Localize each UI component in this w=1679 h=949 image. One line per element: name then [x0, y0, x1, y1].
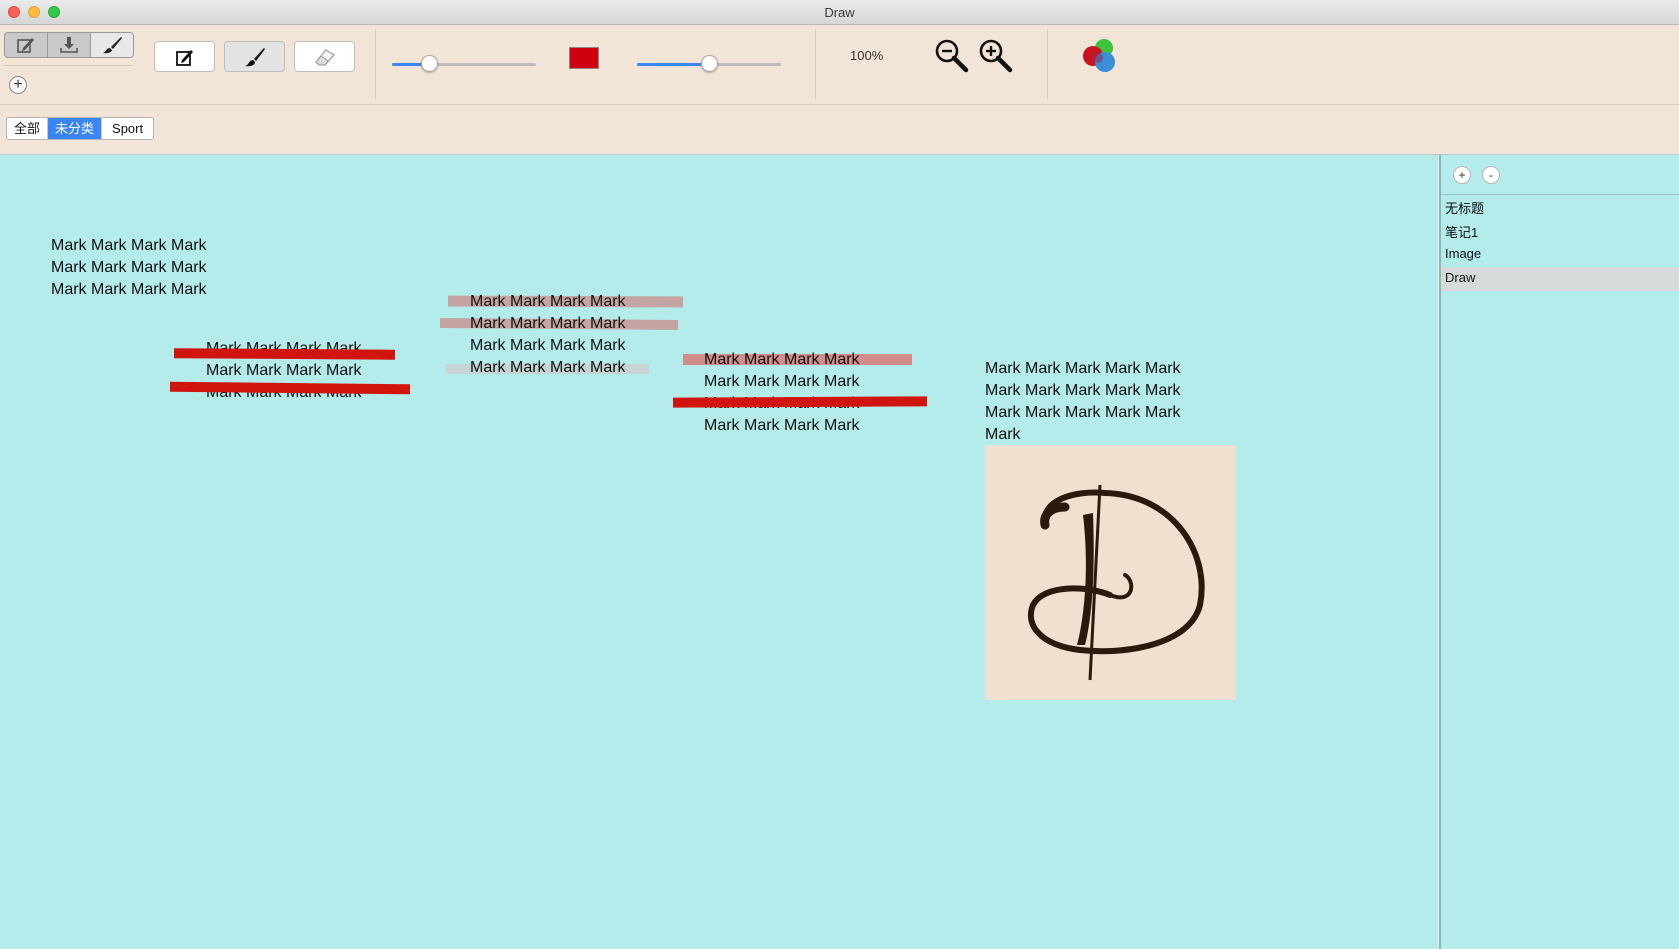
slider-knob[interactable]: [701, 55, 718, 72]
download-mode-button[interactable]: [48, 33, 91, 57]
toolbar-divider: [815, 29, 816, 99]
mark-text: Mark Mark Mark Mark: [51, 281, 207, 298]
mark-text: Mark Mark Mark Mark: [51, 237, 207, 254]
mark-text: Mark Mark Mark Mark: [470, 337, 626, 354]
color-palette-icon: [1083, 39, 1115, 72]
sidebar-item-image[interactable]: Image: [1445, 246, 1481, 261]
edit-tool-button[interactable]: [154, 41, 215, 72]
brush-icon: [244, 47, 265, 66]
letter-d-image[interactable]: [985, 445, 1236, 700]
add-note-button[interactable]: +: [1453, 166, 1471, 184]
mark-text: Mark Mark Mark Mark: [704, 417, 860, 434]
sidebar-item-note1[interactable]: 笔记1: [1445, 222, 1478, 241]
red-stroke: [173, 348, 396, 360]
category-bar: [0, 105, 1679, 155]
red-stroke: [672, 396, 928, 408]
add-button[interactable]: +: [9, 76, 27, 94]
mark-text: Mark Mark Mark Mark: [51, 259, 207, 276]
zoom-in-button[interactable]: [978, 38, 1014, 79]
mark-text: Mark Mark Mark Mark: [206, 362, 362, 379]
slider-knob[interactable]: [421, 55, 439, 72]
brush-tool-button[interactable]: [224, 41, 285, 72]
zoom-level: 100%: [850, 48, 884, 63]
category-tabs: 全部 未分类 Sport: [6, 117, 155, 140]
mark-text: Mark Mark Mark Mark: [704, 373, 860, 390]
color-swatch[interactable]: [569, 47, 599, 69]
drawing-canvas[interactable]: Mark Mark Mark Mark Mark Mark Mark Mark …: [0, 155, 1438, 949]
sidebar-item-draw[interactable]: Draw: [1445, 270, 1475, 285]
letter-d-logo: [1027, 484, 1205, 681]
edit-mode-button[interactable]: [5, 33, 48, 57]
download-icon: [60, 37, 78, 53]
toolbar-divider: [4, 65, 132, 66]
toolbar-divider: [1047, 29, 1048, 99]
opacity-slider[interactable]: [637, 55, 781, 73]
toolbar: + 100%: [0, 25, 1679, 105]
window-title: Draw: [824, 5, 855, 20]
slider-fill: [637, 63, 709, 66]
title-bar: Draw: [0, 0, 1679, 25]
mark-text: Mark: [985, 426, 1021, 443]
sidebar-item-untitled[interactable]: 无标题: [1445, 198, 1484, 217]
notes-sidebar: + - 无标题 笔记1 Image Draw: [1439, 155, 1679, 949]
zoom-out-button[interactable]: [934, 38, 970, 79]
zoom-out-icon: [935, 39, 969, 73]
mark-text: Mark Mark Mark Mark: [470, 315, 626, 332]
mark-text: Mark Mark Mark Mark: [470, 359, 626, 376]
toolbar-divider: [375, 29, 376, 99]
tab-sport[interactable]: Sport: [102, 118, 153, 139]
brush-icon: [103, 37, 122, 54]
mark-text: Mark Mark Mark Mark Mark: [985, 360, 1181, 377]
brush-size-slider[interactable]: [392, 55, 536, 73]
tab-uncategorized[interactable]: 未分类: [48, 118, 103, 139]
brush-mode-button[interactable]: [91, 33, 133, 57]
colors-button[interactable]: [1080, 37, 1120, 82]
selected-row-highlight: [1441, 267, 1679, 291]
remove-note-button[interactable]: -: [1482, 166, 1500, 184]
sidebar-divider: [1441, 194, 1679, 195]
tab-all[interactable]: 全部: [7, 118, 49, 139]
edit-icon: [17, 38, 34, 53]
edit-icon: [175, 49, 193, 66]
mark-text: Mark Mark Mark Mark: [470, 293, 626, 310]
mark-text: Mark Mark Mark Mark Mark: [985, 382, 1181, 399]
mode-segmented-control[interactable]: [4, 32, 134, 58]
mark-text: Mark Mark Mark Mark Mark: [985, 404, 1181, 421]
eraser-tool-button[interactable]: [294, 41, 355, 72]
eraser-icon: [314, 48, 335, 66]
mark-text: Mark Mark Mark Mark: [704, 351, 860, 368]
zoom-in-icon: [979, 39, 1013, 73]
